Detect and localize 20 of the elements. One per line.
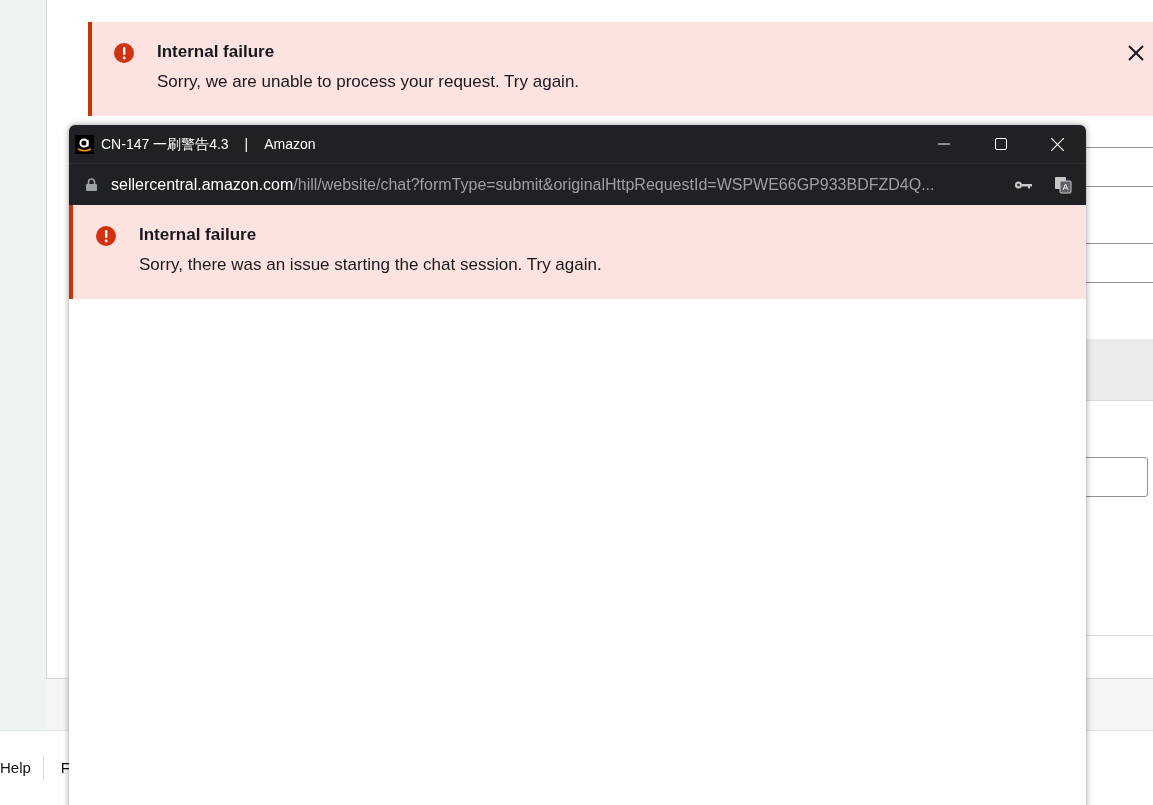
error-icon bbox=[95, 225, 117, 247]
logo-icon bbox=[75, 134, 94, 154]
site-name: Amazon bbox=[264, 134, 316, 154]
url-text: sellercentral.amazon.com/hill/website/chat?formType=submit&originalHttpRequestId=WSPWE66GP933BDFZD4Q... bbox=[111, 174, 936, 195]
error-icon bbox=[113, 42, 135, 64]
window-title: CN-147 一刷警告4.3 bbox=[101, 134, 229, 154]
footer-link[interactable]: Help bbox=[0, 756, 44, 780]
key-icon[interactable] bbox=[1014, 179, 1032, 190]
alert-message: Sorry, we are unable to process your request. Try again. bbox=[157, 71, 581, 93]
close-icon bbox=[1051, 137, 1064, 151]
close-icon bbox=[1128, 45, 1144, 61]
alert-title: Internal failure bbox=[139, 224, 258, 246]
alert-message: Sorry, there was an issue starting the chat session. Try again. bbox=[139, 254, 602, 276]
translate-icon[interactable] bbox=[1054, 175, 1072, 194]
footer-link[interactable]: F bbox=[43, 756, 71, 780]
maximize-icon bbox=[994, 138, 1007, 150]
title-separator: | bbox=[244, 134, 249, 154]
lock-icon bbox=[86, 178, 97, 191]
alert-title: Internal failure bbox=[157, 41, 276, 63]
minimize-icon bbox=[937, 143, 950, 145]
